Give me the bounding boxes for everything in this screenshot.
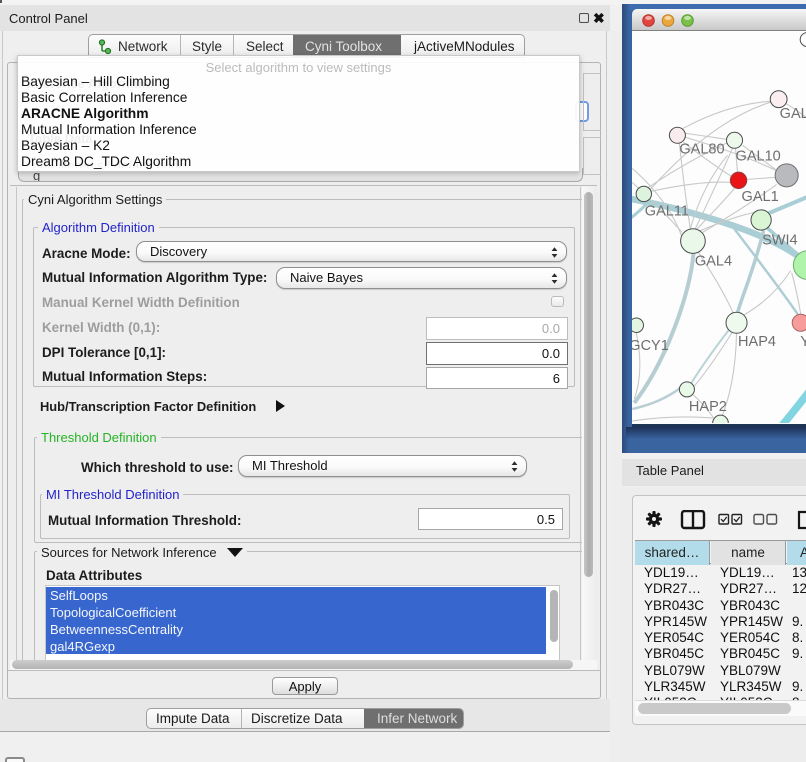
svg-text:GAL10: GAL10 bbox=[736, 148, 781, 164]
svg-text:GAL1: GAL1 bbox=[742, 189, 779, 205]
svg-text:HAP4: HAP4 bbox=[738, 334, 776, 350]
svg-text:HAP2: HAP2 bbox=[689, 399, 727, 415]
svg-text:YJ: YJ bbox=[800, 334, 806, 350]
svg-text:GAL80: GAL80 bbox=[679, 141, 724, 157]
svg-text:GAL7: GAL7 bbox=[780, 106, 806, 122]
svg-text:GAL4: GAL4 bbox=[695, 254, 732, 270]
svg-text:SWI4: SWI4 bbox=[762, 233, 798, 249]
svg-text:GCY1: GCY1 bbox=[632, 338, 669, 354]
svg-text:GAL11: GAL11 bbox=[645, 203, 689, 219]
